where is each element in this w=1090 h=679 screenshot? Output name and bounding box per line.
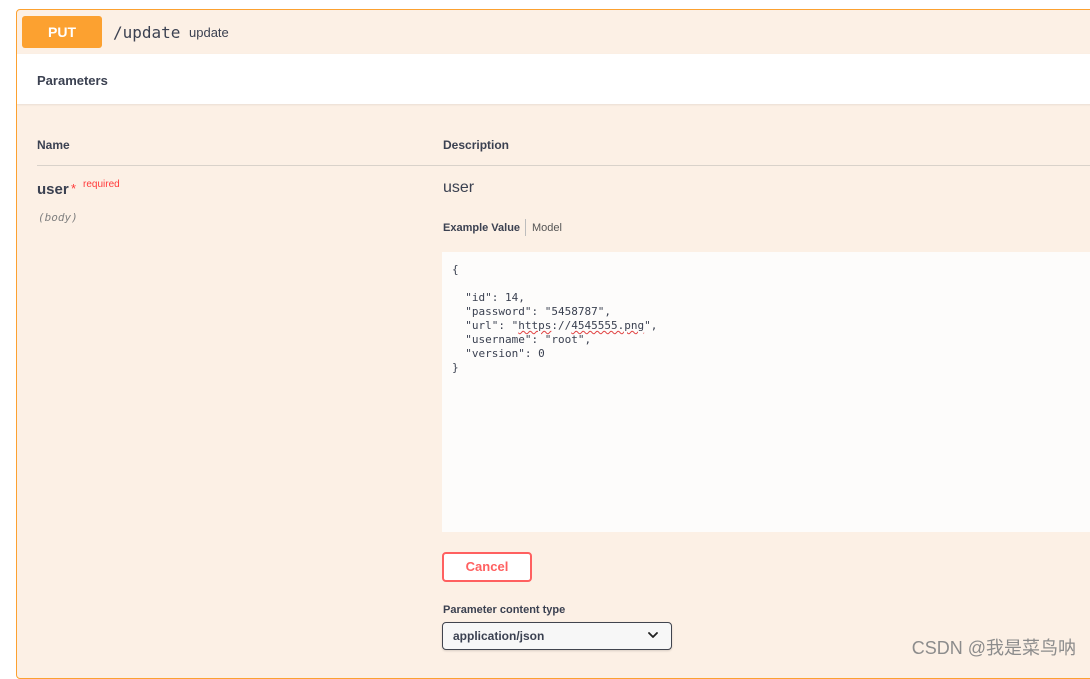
json-line-username: "username": "root",: [465, 333, 592, 346]
parameters-title: Parameters: [37, 73, 108, 88]
method-badge: PUT: [22, 16, 102, 48]
json-line-id: "id": 14,: [465, 291, 525, 304]
tab-divider: [525, 219, 526, 236]
param-name: user: [37, 181, 69, 198]
param-description: user: [443, 179, 475, 196]
operation-block: PUT /update update Parameters Name Descr…: [16, 9, 1090, 679]
chevron-down-icon: [648, 632, 658, 638]
operation-summary[interactable]: PUT /update update: [17, 10, 1090, 55]
column-header-name: Name: [37, 138, 70, 152]
content-type-label: Parameter content type: [443, 604, 566, 616]
tab-model[interactable]: Model: [532, 222, 562, 234]
json-line-url: "url": "https://4545555.png",: [465, 319, 658, 332]
body-editor[interactable]: { "id": 14, "password": "5458787", "url"…: [442, 252, 1090, 532]
json-close-brace: }: [452, 361, 459, 374]
json-line-password: "password": "5458787",: [465, 305, 611, 318]
watermark: CSDN @我是菜鸟呐: [911, 638, 1076, 658]
tab-example-value[interactable]: Example Value: [443, 222, 520, 234]
operation-summary-text: update: [189, 25, 229, 40]
cancel-button[interactable]: Cancel: [442, 552, 532, 582]
column-divider: [37, 165, 1090, 166]
column-header-description: Description: [443, 138, 510, 152]
content-type-value: application/json: [453, 629, 545, 643]
required-asterisk: *: [71, 181, 77, 196]
param-location: (body): [38, 211, 78, 224]
operation-path: /update: [113, 23, 181, 42]
parameters-header: Parameters: [17, 54, 1090, 104]
required-label: required: [83, 179, 120, 190]
json-line-version: "version": 0: [465, 347, 545, 360]
content-type-select[interactable]: application/json: [442, 622, 672, 650]
json-open-brace: {: [452, 263, 459, 276]
